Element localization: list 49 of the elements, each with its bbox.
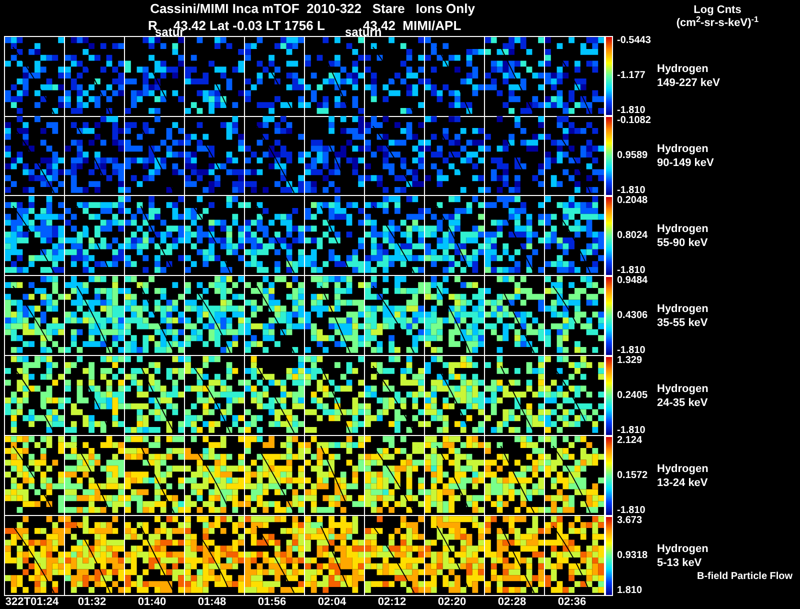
scale-mid: 0.4306 xyxy=(617,311,648,321)
channel-range: 149-227 keV xyxy=(657,76,720,90)
scale-mid: -1.177 xyxy=(617,71,646,81)
channel-species: Hydrogen xyxy=(657,222,708,236)
plot-title: Cassini/MIMI Inca mTOF 2010-322 Stare Ions Only xyxy=(150,0,475,17)
channel-range: 5-13 keV xyxy=(657,556,703,570)
scale-min: -1.810 xyxy=(617,426,646,436)
scale-mid: 0.9589 xyxy=(617,151,648,161)
scale-max: -0.5443 xyxy=(617,36,651,46)
time-label: 01:40 xyxy=(136,596,168,609)
channel-species: Hydrogen xyxy=(657,142,710,156)
time-label: 01:48 xyxy=(196,596,228,609)
scale-mid: 0.9318 xyxy=(617,551,648,561)
time-label: 02:36 xyxy=(556,596,588,609)
time-label: 322T01:24 xyxy=(4,596,60,609)
scale-min: -1.810 xyxy=(617,106,646,116)
time-label: 02:04 xyxy=(316,596,348,609)
scale-max: 2.124 xyxy=(617,436,642,446)
scale-max: 1.329 xyxy=(617,356,642,366)
footnote: B-field Particle Flow xyxy=(697,570,793,584)
time-label: 01:32 xyxy=(76,596,108,609)
time-label: 01:56 xyxy=(256,596,288,609)
scale-max: 0.2048 xyxy=(617,196,648,206)
scale-mid: 0.2405 xyxy=(617,391,648,401)
time-label: 02:12 xyxy=(376,596,408,609)
scale-max: -0.1082 xyxy=(617,116,651,126)
units-title: Log Cnts xyxy=(694,4,742,16)
time-label: 02:28 xyxy=(496,596,528,609)
channel-range: 35-55 keV xyxy=(657,316,708,330)
scale-min: -1.810 xyxy=(617,266,646,276)
scale-min: -1.810 xyxy=(617,506,646,516)
channel-species: Hydrogen xyxy=(657,62,710,76)
units-text: (cm$^{2}$-sr-s-keV)$^{-1}$ xyxy=(676,17,759,30)
scale-min: 1.810 xyxy=(617,586,642,596)
channel-species: Hydrogen xyxy=(657,542,708,556)
scale-max: 3.673 xyxy=(617,516,642,526)
scale-min: -1.810 xyxy=(617,186,646,196)
channel-range: 55-90 keV xyxy=(657,236,708,250)
time-label: 02:20 xyxy=(436,596,468,609)
channel-range: 13-24 keV xyxy=(657,476,708,490)
scale-mid: 0.1572 xyxy=(617,471,648,481)
scale-min: -1.810 xyxy=(617,346,646,356)
channel-range: 90-149 keV xyxy=(657,156,714,170)
channel-species: Hydrogen xyxy=(657,382,708,396)
channel-range: 24-35 keV xyxy=(657,396,708,410)
scale-max: 0.9484 xyxy=(617,276,648,286)
channel-species: Hydrogen xyxy=(657,462,708,476)
scale-mid: 0.8024 xyxy=(617,231,648,241)
channel-species: Hydrogen xyxy=(657,302,708,316)
